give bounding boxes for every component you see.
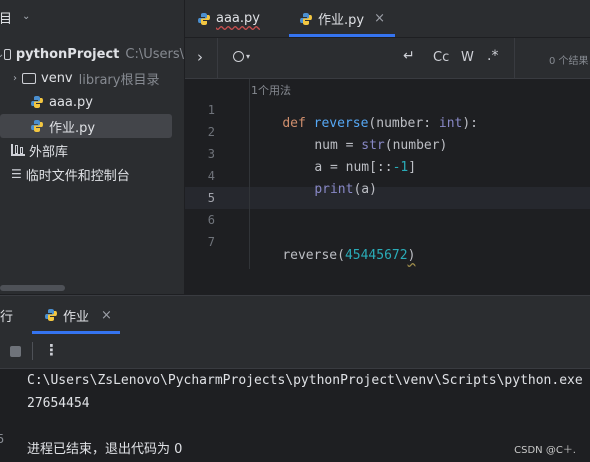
usages-hint[interactable]: 1个用法 — [251, 82, 291, 98]
project-panel-title: 项目 — [0, 11, 13, 27]
tree-item-scratches[interactable]: ☰ 临时文件和控制台 — [0, 162, 184, 186]
tree-item-project-root[interactable]: ⌄ pythonProject C:\Users\ — [0, 42, 184, 66]
toolbar-divider — [32, 342, 33, 360]
run-toolbar: ⋮ — [0, 334, 590, 369]
tab-label: 作业 — [63, 309, 90, 325]
tree-item-aaa-py[interactable]: aaa.py — [0, 90, 184, 114]
current-line-highlight — [185, 187, 590, 209]
line-number: 3 — [207, 147, 215, 161]
tab-run-zuoye[interactable]: 作业 × — [32, 296, 120, 334]
code-number: 45445672 — [344, 248, 408, 263]
find-input[interactable] — [260, 46, 390, 70]
tree-item-path: C:\Users\ — [125, 46, 184, 62]
folder-icon — [4, 48, 11, 60]
close-icon[interactable]: × — [374, 11, 385, 26]
python-file-icon — [198, 12, 210, 25]
tree-item-label: venv — [41, 70, 73, 86]
line-number: 4 — [207, 169, 215, 183]
code-function-call: reverse — [282, 248, 338, 263]
match-case-button[interactable]: Cc — [433, 50, 449, 65]
search-history-chevron-icon[interactable]: ▾ — [246, 52, 250, 61]
console-exit-message: 进程已结束，退出代码为 0 — [27, 442, 183, 457]
project-panel: 项目 ⌄ ⌄ pythonProject C:\Users\ › venv li… — [0, 0, 184, 294]
tree-item-venv[interactable]: › venv library根目录 — [0, 66, 184, 90]
tab-aaa-py[interactable]: aaa.py — [197, 0, 260, 37]
code-builtin: print — [314, 182, 354, 197]
chevron-down-icon[interactable]: ⌄ — [22, 11, 30, 22]
gutter-separator — [249, 79, 250, 269]
chevron-right-icon[interactable]: › — [8, 73, 22, 84]
close-icon[interactable]: × — [101, 308, 112, 323]
tab-label: aaa.py — [216, 11, 260, 26]
search-icon[interactable] — [233, 51, 244, 62]
line-number: 7 — [207, 235, 215, 249]
console-gutter-hint: 5 — [0, 432, 5, 446]
run-tool-window-title[interactable]: 运行 — [0, 306, 13, 325]
library-icon — [11, 144, 25, 156]
chevron-right-icon[interactable]: › — [197, 48, 203, 66]
line-number: 1 — [207, 103, 215, 117]
tree-item-label: pythonProject — [15, 46, 120, 62]
code-editor[interactable]: 1个用法 1 2 3 4 5 6 7 def reverse(number: i… — [185, 79, 590, 294]
code-punctuation: ): — [462, 116, 479, 131]
code-punctuation: ) — [407, 248, 416, 263]
watermark: CSDN @C＋. — [514, 445, 576, 456]
code-line-7[interactable]: reverse(45445672) — [251, 233, 415, 278]
code-line-4[interactable]: print(a) — [283, 167, 377, 212]
python-file-icon — [31, 96, 43, 108]
code-punctuation: ( — [337, 248, 345, 263]
stop-icon[interactable] — [10, 346, 21, 357]
new-line-icon[interactable]: ↵ — [403, 48, 415, 64]
line-number: 6 — [207, 213, 215, 227]
find-bar: › ▾ ↵ Cc W .* 0 个结果 — [185, 38, 590, 79]
horizontal-scrollbar[interactable] — [0, 285, 65, 291]
code-number: -1 — [392, 160, 409, 175]
editor-tab-bar: aaa.py 作业.py × — [185, 0, 590, 38]
python-file-icon — [300, 12, 312, 25]
tree-item-label: 临时文件和控制台 — [25, 168, 130, 184]
tree-item-label: aaa.py — [49, 94, 93, 110]
tree-item-hint: library根目录 — [78, 72, 160, 88]
scratches-icon: ☰ — [11, 167, 22, 181]
console-command-line: C:\Users\ZsLenovo\PycharmProjects\python… — [27, 373, 583, 388]
tree-item-label: 外部库 — [29, 144, 69, 160]
run-tool-window-header: 运行 作业 × — [0, 295, 590, 334]
console-output-line: 27654454 — [27, 396, 90, 411]
tree-item-external-libraries[interactable]: 外部库 — [0, 138, 184, 162]
tab-label: 作业.py — [318, 13, 365, 28]
find-divider — [514, 38, 515, 78]
python-file-icon — [45, 309, 57, 321]
python-file-icon — [31, 120, 43, 132]
tree-item-zuoye-py[interactable]: 作业.py — [0, 114, 172, 138]
find-results-count: 0 个结果 — [549, 56, 589, 67]
tab-zuoye-py[interactable]: 作业.py × — [289, 0, 395, 37]
code-punctuation: ] — [408, 160, 417, 175]
regex-button[interactable]: .* — [487, 48, 498, 64]
folder-icon — [22, 72, 36, 84]
whole-word-button[interactable]: W — [461, 50, 474, 65]
line-number: 2 — [207, 125, 215, 139]
run-console[interactable]: C:\Users\ZsLenovo\PycharmProjects\python… — [0, 369, 590, 462]
more-options-icon[interactable]: ⋮ — [44, 341, 59, 359]
code-identifier: (a) — [353, 182, 377, 197]
find-divider — [217, 38, 218, 78]
line-number: 5 — [207, 191, 215, 205]
project-panel-header[interactable]: 项目 ⌄ — [0, 0, 184, 34]
tree-item-label: 作业.py — [49, 120, 96, 136]
